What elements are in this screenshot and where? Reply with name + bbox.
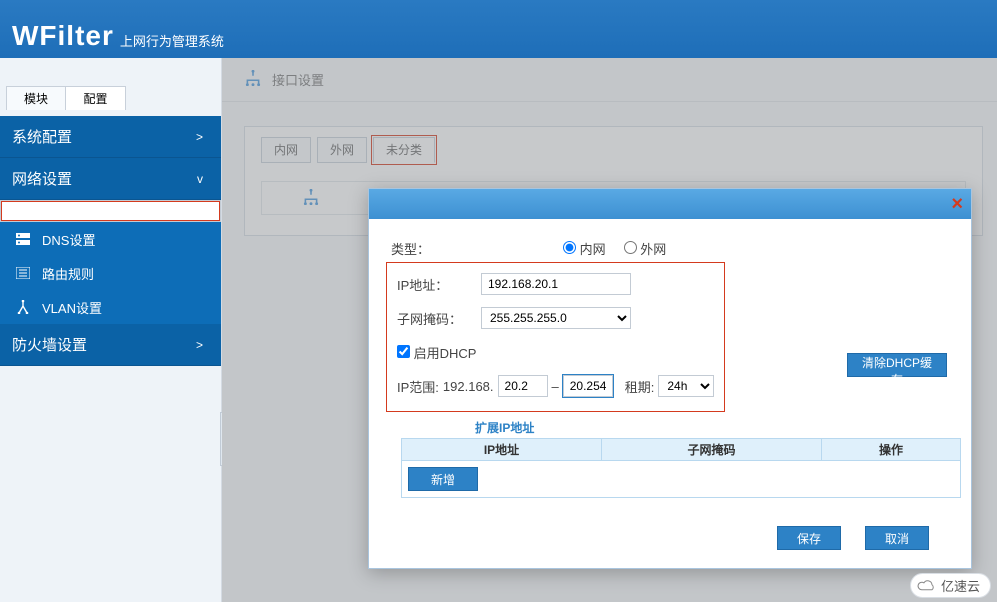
ext-ip-title: 扩展IP地址	[475, 419, 949, 436]
sidebar-group-label: 系统配置	[12, 126, 72, 147]
logo-subtitle: 上网行为管理系统	[120, 31, 224, 50]
logo-text: WFilter	[12, 20, 114, 52]
app-header: WFilter 上网行为管理系统	[0, 0, 997, 58]
lease-select[interactable]: 24h	[658, 375, 714, 397]
col-ip: IP地址	[402, 439, 602, 461]
sidebar-item-label: DNS设置	[42, 230, 95, 249]
sidebar-item-label: 路由规则	[42, 264, 94, 283]
fork-icon	[14, 300, 32, 314]
radio-lan[interactable]: 内网	[563, 239, 606, 258]
disk-icon	[14, 233, 32, 245]
sidebar-group-firewall[interactable]: 防火墙设置 >	[0, 324, 221, 366]
mask-select[interactable]: 255.255.255.0	[481, 307, 631, 329]
sidebar-tab-config[interactable]: 配置	[66, 86, 126, 110]
cancel-button[interactable]: 取消	[865, 526, 929, 550]
save-button[interactable]: 保存	[777, 526, 841, 550]
watermark-text: 亿速云	[941, 576, 980, 595]
col-mask: 子网掩码	[602, 439, 822, 461]
table-header-row: IP地址 子网掩码 操作	[402, 439, 961, 461]
range-label: IP范围:	[397, 377, 439, 396]
list-icon	[14, 267, 32, 279]
sidebar-group-system[interactable]: 系统配置 >	[0, 116, 221, 158]
type-label: 类型：	[391, 239, 475, 258]
chevron-down-icon: v	[197, 172, 203, 186]
close-icon[interactable]: ×	[951, 193, 963, 216]
interface-dialog: × 类型： 内网 外网 IP地址： 子网掩码： 255.255.255.0 启用…	[368, 188, 972, 569]
sidebar-item-label: 接口设置	[33, 203, 81, 220]
lease-label: 租期:	[625, 377, 655, 396]
sidebar-group-network[interactable]: 网络设置 v	[0, 158, 221, 200]
interface-icon	[5, 204, 23, 218]
sidebar: 模块 配置 系统配置 > 网络设置 v 接口设置 DNS设置 路由规则	[0, 58, 222, 602]
table-row: 新增	[402, 461, 961, 498]
range-from-input[interactable]	[498, 375, 548, 397]
radio-wan[interactable]: 外网	[624, 239, 667, 258]
sidebar-item-route[interactable]: 路由规则	[0, 256, 221, 290]
sidebar-tab-module[interactable]: 模块	[6, 86, 66, 110]
chevron-right-icon: >	[196, 130, 203, 144]
sidebar-item-vlan[interactable]: VLAN设置	[0, 290, 221, 324]
chevron-right-icon: >	[196, 338, 203, 352]
range-prefix: 192.168.	[443, 379, 494, 394]
clear-dhcp-button[interactable]: 清除DHCP缓存	[847, 353, 947, 377]
radio-wan-input[interactable]	[624, 241, 637, 254]
sidebar-item-label: VLAN设置	[42, 298, 102, 317]
ext-ip-table: IP地址 子网掩码 操作 新增	[401, 438, 961, 498]
col-action: 操作	[822, 439, 961, 461]
sidebar-group-label: 网络设置	[12, 168, 72, 189]
dhcp-checkbox[interactable]: 启用DHCP	[397, 343, 476, 362]
add-button[interactable]: 新增	[408, 467, 478, 491]
sidebar-tabs: 模块 配置	[0, 58, 221, 110]
dhcp-checkbox-input[interactable]	[397, 345, 410, 358]
ip-label: IP地址：	[397, 275, 481, 294]
sidebar-items-network: 接口设置 DNS设置 路由规则 VLAN设置	[0, 200, 221, 324]
watermark: 亿速云	[910, 573, 991, 598]
sidebar-item-dns[interactable]: DNS设置	[0, 222, 221, 256]
range-to-input[interactable]	[563, 375, 613, 397]
sidebar-group-label: 防火墙设置	[12, 334, 87, 355]
sidebar-item-interface[interactable]: 接口设置	[0, 200, 221, 222]
dialog-header: ×	[369, 189, 971, 219]
ip-input[interactable]	[481, 273, 631, 295]
mask-label: 子网掩码：	[397, 309, 481, 328]
cloud-icon	[917, 579, 937, 593]
radio-lan-input[interactable]	[563, 241, 576, 254]
